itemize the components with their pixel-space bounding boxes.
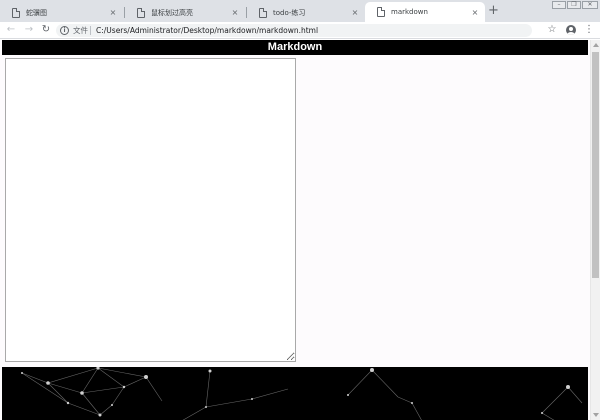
browser-toolbar: ← → ↻ i 文件 C:/Users/Administrator/Deskto…: [0, 22, 600, 39]
document-icon: [12, 7, 20, 18]
profile-avatar-icon[interactable]: [566, 25, 576, 35]
back-arrow-icon[interactable]: ←: [5, 24, 17, 36]
reload-icon[interactable]: ↻: [40, 24, 52, 36]
document-icon: [259, 7, 267, 18]
tab-title: 蛇骥图: [26, 8, 47, 17]
markdown-input[interactable]: [5, 58, 296, 362]
scheme-label: 文件: [73, 26, 88, 35]
tab-title: 鼠标划过高亮: [151, 8, 193, 17]
scroll-up-arrow-icon[interactable]: [593, 43, 599, 47]
page-viewport: Markdown: [0, 40, 590, 420]
restore-button[interactable]: ❐: [567, 1, 581, 9]
tab-hover-highlight[interactable]: 鼠标划过高亮 ×: [125, 3, 245, 22]
markdown-preview: [300, 58, 586, 362]
particle-background: [2, 366, 588, 420]
omnibox-divider: [90, 26, 91, 35]
document-icon: [377, 7, 385, 17]
tab-markdown[interactable]: markdown ×: [365, 2, 485, 22]
info-icon[interactable]: i: [60, 26, 69, 35]
tab-title: markdown: [391, 8, 428, 16]
document-icon: [137, 7, 145, 18]
close-tab-icon[interactable]: ×: [108, 8, 118, 17]
scroll-down-arrow-icon[interactable]: [593, 413, 599, 417]
page-scrollbar[interactable]: [590, 40, 600, 420]
close-tab-icon[interactable]: ×: [350, 8, 360, 17]
scrollbar-thumb[interactable]: [592, 52, 599, 278]
page-title: Markdown: [2, 40, 588, 55]
address-bar[interactable]: i 文件 C:/Users/Administrator/Desktop/mark…: [56, 24, 532, 37]
close-tab-icon[interactable]: ×: [470, 8, 480, 17]
url-text[interactable]: C:/Users/Administrator/Desktop/markdown/…: [96, 25, 318, 36]
tab-strip: 蛇骥图 × 鼠标划过高亮 × todo-练习 × markdown × + – …: [0, 0, 600, 22]
forward-arrow-icon[interactable]: →: [23, 24, 35, 36]
tab-title: todo-练习: [273, 8, 306, 17]
tab-snake-chart[interactable]: 蛇骥图 ×: [0, 3, 123, 22]
new-tab-button[interactable]: +: [488, 4, 499, 18]
close-window-button[interactable]: ✕: [582, 1, 598, 9]
bookmark-star-icon[interactable]: ☆: [546, 24, 558, 36]
minimize-button[interactable]: –: [552, 1, 566, 9]
close-tab-icon[interactable]: ×: [230, 8, 240, 17]
menu-dots-icon[interactable]: ⋮: [583, 24, 595, 36]
particle-network: [21, 366, 583, 420]
tab-todo-practice[interactable]: todo-练习 ×: [247, 3, 365, 22]
